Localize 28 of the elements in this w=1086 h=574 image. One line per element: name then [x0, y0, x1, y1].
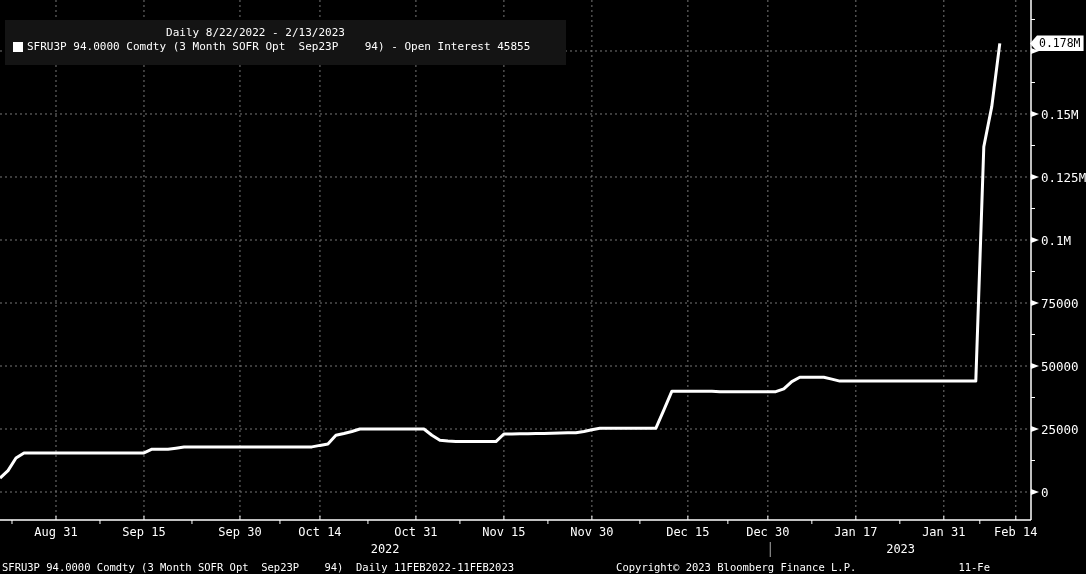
axis-label: Feb 14 [994, 525, 1038, 539]
axis-label: Jan 17 [834, 525, 878, 539]
axis-label: 0 [1041, 485, 1049, 500]
year-label: 2023 [886, 542, 916, 556]
axis-label: 50000 [1041, 359, 1079, 374]
axis-label: 25000 [1041, 422, 1079, 437]
copyright-text: Copyright© 2023 Bloomberg Finance L.P. [616, 561, 857, 573]
axis-label: Nov 30 [570, 525, 614, 539]
footer-text: SFRU3P 94.0000 Comdty (3 Month SOFR Opt Sep23P 94) Daily 11FEB2022-11FEB2023 [2, 561, 515, 573]
axis-label: 0.1M [1041, 233, 1072, 248]
axis-label: Oct 14 [298, 525, 342, 539]
year-label: 2022 [370, 542, 400, 556]
year-divider [769, 541, 771, 558]
axis-label: Sep 15 [122, 525, 166, 539]
axis-label: Dec 30 [746, 525, 790, 539]
chart-title: Daily 8/22/2022 - 2/13/2023 [166, 26, 345, 39]
legend-label: SFRU3P 94.0000 Comdty (3 Month SOFR Opt Sep23P 94) - Open Interest 45855 [27, 40, 531, 53]
axis-label: Aug 31 [34, 525, 78, 539]
axis-label: Oct 31 [394, 525, 438, 539]
last-value-tag: 0.178M [1030, 35, 1084, 52]
axis-label: Nov 15 [482, 525, 526, 539]
footer-date: 11-Fe [958, 561, 990, 573]
axis-label: Jan 31 [922, 525, 966, 539]
axis-label: 75000 [1041, 296, 1079, 311]
axis-label: Dec 15 [666, 525, 710, 539]
axis-label: Sep 30 [218, 525, 262, 539]
axis-label: 0.125M [1041, 170, 1086, 185]
axis-label: 0.15M [1041, 107, 1079, 122]
